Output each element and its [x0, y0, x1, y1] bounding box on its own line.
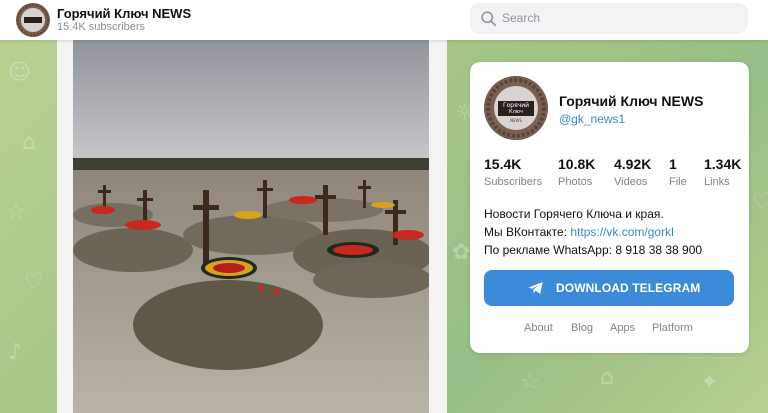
stat-links[interactable]: 1.34K Links	[704, 156, 741, 188]
footer-link-about[interactable]: About	[524, 322, 553, 334]
channel-header: Горячий Ключ NEWS 15.4K subscribers Sear…	[0, 0, 768, 40]
doodle-star-icon: ☆	[520, 370, 540, 395]
stat-value: 1.34K	[704, 156, 742, 172]
avatar-logo-line3: NEWS	[510, 118, 522, 123]
description-text: Мы ВКонтакте:	[484, 225, 571, 239]
header-avatar[interactable]	[16, 3, 50, 37]
channel-handle[interactable]: @gk_news1	[559, 112, 625, 126]
footer-link-platform[interactable]: Platform	[652, 322, 693, 334]
avatar-logo-line1: Горячий	[503, 102, 529, 109]
footer-links: About Blog Apps Platform	[470, 322, 749, 338]
search-box[interactable]: Search	[470, 3, 748, 34]
stat-label: File	[669, 176, 687, 188]
search-icon	[481, 11, 497, 27]
channel-stats: 15.4K Subscribers 10.8K Photos 4.92K Vid…	[484, 156, 746, 192]
doodle-house-icon: ⌂	[22, 130, 36, 155]
channel-description: Новости Горячего Ключа и края. Мы ВКонта…	[484, 205, 736, 259]
description-line: Мы ВКонтакте: https://vk.com/gorkl	[484, 223, 736, 241]
search-placeholder: Search	[502, 11, 541, 25]
doodle-heart-icon: ♡	[752, 190, 768, 215]
stat-value: 4.92K	[614, 156, 652, 172]
stat-value: 1	[669, 156, 677, 172]
description-line: Новости Горячего Ключа и края.	[484, 207, 664, 221]
footer-link-apps[interactable]: Apps	[610, 322, 635, 334]
download-button-label: DOWNLOAD TELEGRAM	[556, 281, 701, 295]
doodle-bone-icon: ✦	[700, 370, 719, 395]
avatar-logo-line2: Ключ	[509, 109, 523, 115]
stat-label: Subscribers	[484, 176, 543, 188]
stat-label: Photos	[558, 176, 593, 188]
doodle-music-icon: ♪	[8, 340, 23, 365]
download-telegram-button[interactable]: DOWNLOAD TELEGRAM	[484, 270, 734, 306]
post-photo-frame	[57, 40, 447, 413]
telegram-plane-icon	[528, 282, 543, 294]
header-title: Горячий Ключ NEWS	[57, 6, 192, 21]
channel-title: Горячий Ключ NEWS	[559, 93, 704, 109]
footer-link-blog[interactable]: Blog	[571, 322, 593, 334]
post-photo[interactable]	[73, 40, 429, 413]
doodle-flower-icon: ✿	[452, 240, 471, 265]
channel-info-card: Горячий Ключ NEWS Горячий Ключ NEWS @gk_…	[470, 62, 749, 353]
stat-files[interactable]: 1 File	[669, 156, 687, 188]
header-subscribers: 15.4K subscribers	[57, 21, 146, 33]
channel-avatar[interactable]: Горячий Ключ NEWS	[484, 76, 548, 140]
doodle-house-icon: ⌂	[600, 365, 614, 390]
doodle-heart-icon: ♡	[24, 270, 44, 295]
stat-photos[interactable]: 10.8K Photos	[558, 156, 595, 188]
stat-value: 10.8K	[558, 156, 596, 172]
stat-videos[interactable]: 4.92K Videos	[614, 156, 651, 188]
doodle-star-icon: ☆	[6, 200, 26, 225]
stat-label: Videos	[614, 176, 648, 188]
description-line: По рекламе WhatsApp: 8 918 38 38 900	[484, 243, 703, 257]
vk-link[interactable]: https://vk.com/gorkl	[570, 225, 673, 239]
stat-subscribers[interactable]: 15.4K Subscribers	[484, 156, 542, 188]
stat-label: Links	[704, 176, 730, 188]
doodle-cat-icon: ☺	[8, 60, 31, 85]
stat-value: 15.4K	[484, 156, 522, 172]
